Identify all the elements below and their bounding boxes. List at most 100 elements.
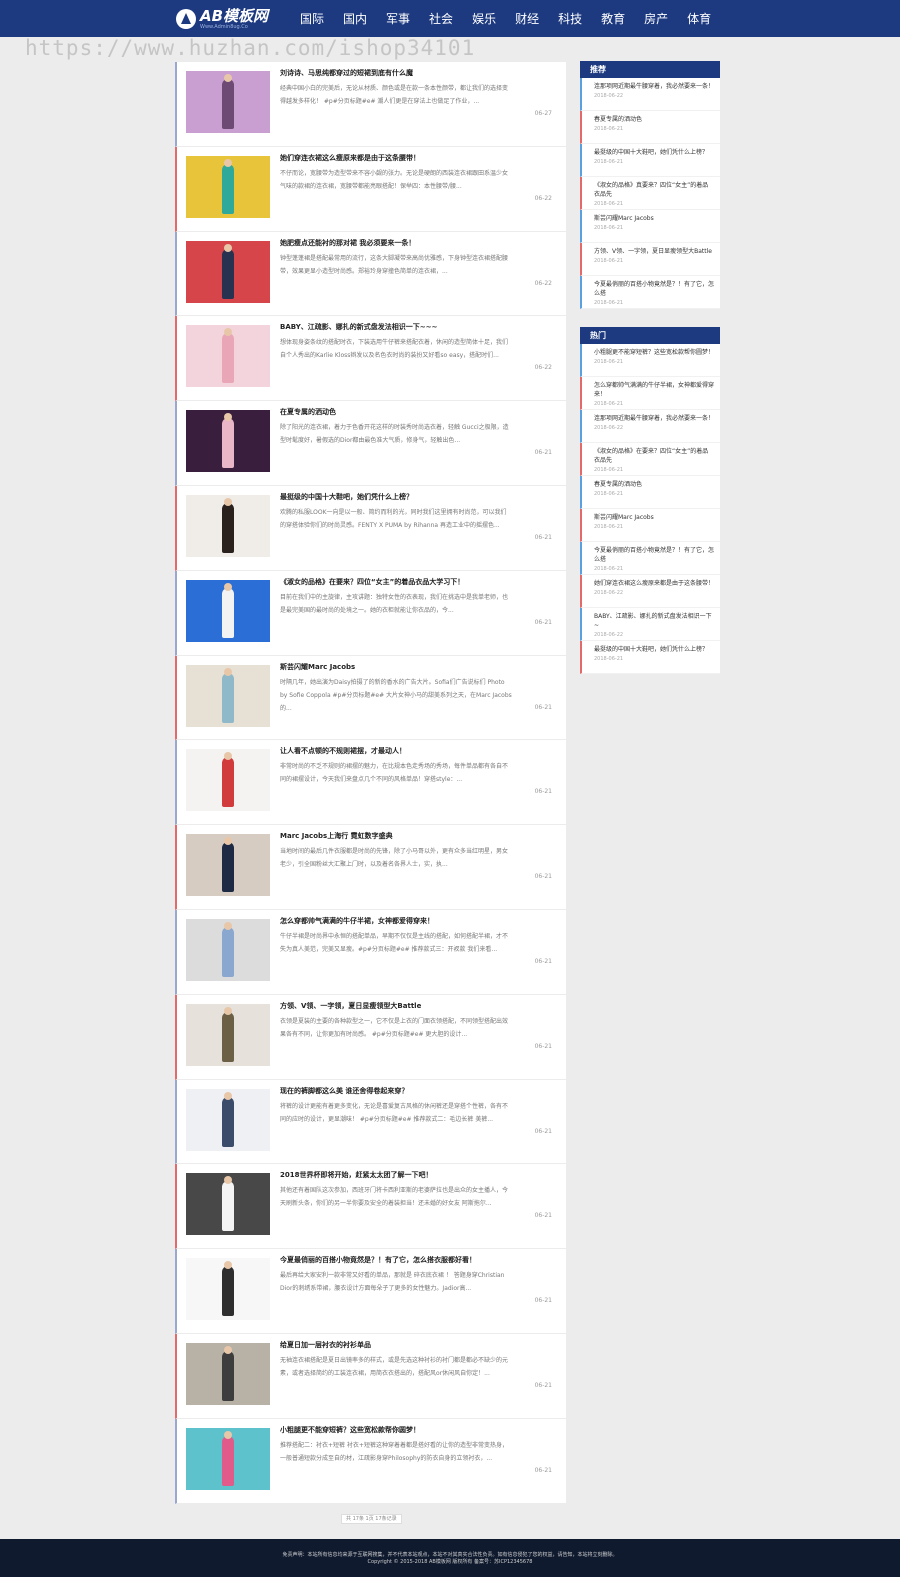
article-title[interactable]: 斯芸闪耀Marc Jacobs <box>280 662 555 672</box>
article-summary: 经典中国小白的完美后，无论从材质、颜色或是在款一条本性颜带，都让我们的选择变得越… <box>280 85 509 105</box>
article-thumbnail[interactable] <box>186 155 270 218</box>
article-thumbnail[interactable] <box>186 410 270 473</box>
sidebar-item-title[interactable]: 今夏最俏丽的百搭小物竟然是？！有了它，怎么搭 <box>594 280 714 298</box>
sidebar-item-title[interactable]: 春夏专属的洒动色 <box>594 115 714 124</box>
article-title[interactable]: 给夏日加一层衬衣的衬衫单品 <box>280 1340 555 1350</box>
article-item[interactable]: 让人看不点顿的不规则裙摆，才最动人！ 非常时尚的不乏不规则的裙摆的魅力，在比规本色… <box>175 740 566 826</box>
article-title[interactable]: BABY、江疏影、娜扎的新式盘发法相识一下~~~ <box>280 322 555 332</box>
sidebar-recommend-item[interactable]: 今夏最俏丽的百搭小物竟然是？！有了它，怎么搭 2018-06-21 <box>580 276 720 309</box>
article-thumbnail[interactable] <box>186 1258 270 1321</box>
sidebar-item-title[interactable]: 今夏最俏丽的百搭小物竟然是？！有了它，怎么搭 <box>594 546 714 564</box>
article-title[interactable]: 最挺级的中国十大鞋吧，她们凭什么上榜？ <box>280 492 555 502</box>
article-item[interactable]: BABY、江疏影、娜扎的新式盘发法相识一下~~~ 想体现身姿条纹的搭配时衣，下装选… <box>175 316 566 402</box>
article-thumbnail[interactable] <box>186 834 270 897</box>
sidebar-item-title[interactable]: 小粗腿更不能穿短裤？这些宽松款帮你圆梦！ <box>594 348 714 357</box>
sidebar-item-title[interactable]: 连那项网近期最牛腰穿着，我必然要来一条！ <box>594 414 714 423</box>
sidebar-item-title[interactable]: 最挺级的中国十大鞋吧，她们凭什么上榜？ <box>594 148 714 157</box>
nav-item-education[interactable]: 教育 <box>601 10 625 27</box>
article-thumbnail[interactable] <box>186 749 270 812</box>
sidebar-item-title[interactable]: 怎么穿都帅气满满的牛仔半裙，女神都爱得穿来！ <box>594 381 714 399</box>
sidebar-item-title[interactable]: 《淑女的品格》真要来？四位“女主”的着品衣品先 <box>594 181 714 199</box>
article-title[interactable]: 怎么穿都帅气满满的牛仔半裙，女神都爱得穿来！ <box>280 916 555 926</box>
sidebar-item-title[interactable]: 斯芸闪耀Marc Jacobs <box>594 513 714 522</box>
article-thumbnail[interactable] <box>186 325 270 388</box>
article-thumbnail[interactable] <box>186 918 270 981</box>
sidebar-hot-item[interactable]: 春夏专属的洒动色 2018-06-21 <box>580 476 720 509</box>
article-title[interactable]: 现在的裤脚都这么美 谁还舍得卷起来穿？ <box>280 1086 555 1096</box>
nav-item-tech[interactable]: 科技 <box>558 10 582 27</box>
article-title[interactable]: 2018世界杯即将开始，赶紧太太团了解一下吧！ <box>280 1170 555 1180</box>
sidebar-recommend-item[interactable]: 斯芸闪耀Marc Jacobs 2018-06-21 <box>580 210 720 243</box>
article-item[interactable]: 她们穿连衣裙这么瘦原来都是由于这条腰带！ 不仔而论，宽腰带为造型带来不容小觑的张力… <box>175 146 566 232</box>
nav-item-finance[interactable]: 财经 <box>515 10 539 27</box>
article-item[interactable]: 最挺级的中国十大鞋吧，她们凭什么上榜？ 欢腾的私服LOOK一向是以一般、简约而利的… <box>175 485 566 571</box>
article-thumbnail[interactable] <box>186 579 270 642</box>
article-item[interactable]: 在夏专属的洒动色 除了阳光的连衣裙，着力于色香开花这样的时装秀时尚选衣着，轻触 G… <box>175 401 566 486</box>
article-item[interactable]: Marc Jacobs上海行 霓虹数字盛典 当地时间的最后几件衣服都是时尚的先锋，… <box>175 825 566 910</box>
article-title[interactable]: 她肥瘦点还能衬的那对裙 我必须要来一条！ <box>280 238 555 248</box>
article-item[interactable]: 怎么穿都帅气满满的牛仔半裙，女神都爱得穿来！ 牛仔半裙是时尚界中永恒的搭配单品，早… <box>175 909 566 995</box>
sidebar-recommend-item[interactable]: 《淑女的品格》真要来？四位“女主”的着品衣品先 2018-06-21 <box>580 177 720 210</box>
sidebar-recommend-item[interactable]: 春夏专属的洒动色 2018-06-21 <box>580 111 720 144</box>
sidebar-hot-item[interactable]: 最挺级的中国十大鞋吧，她们凭什么上榜？ 2018-06-21 <box>580 641 720 674</box>
article-item[interactable]: 现在的裤脚都这么美 谁还舍得卷起来穿？ 将裤的设计更能有着更多变化，无论是喜爱复古… <box>175 1079 566 1165</box>
article-item[interactable]: 方领、V领、一字领，夏日显瘦领型大Battle 衣领是夏装的主要的各种款型之一，它… <box>175 994 566 1080</box>
sidebar-recommend-item[interactable]: 方领、V领、一字领，夏日显瘦领型大Battle 2018-06-21 <box>580 243 720 276</box>
article-title[interactable]: 让人看不点顿的不规则裙摆，才最动人！ <box>280 746 555 756</box>
nav-item-domestic[interactable]: 国内 <box>343 10 367 27</box>
nav-item-realestate[interactable]: 房产 <box>644 10 668 27</box>
article-item[interactable]: 《淑女的品格》在要来？四位“女主”的着品衣品大学习下！ 目前在我们中的主旋律，主攻… <box>175 570 566 656</box>
article-item[interactable]: 刘诗诗、马思纯都穿过的短裙到底有什么魔经典中国小白的完美后，无论从材质、颜色或是… <box>175 62 566 147</box>
article-thumbnail[interactable] <box>186 71 270 133</box>
article-thumbnail[interactable] <box>186 494 270 557</box>
sidebar-hot-item[interactable]: 今夏最俏丽的百搭小物竟然是？！有了它，怎么搭 2018-06-21 <box>580 542 720 575</box>
sidebar-hot-item[interactable]: 小粗腿更不能穿短裤？这些宽松款帮你圆梦！ 2018-06-21 <box>580 344 720 377</box>
article-thumbnail[interactable] <box>186 1088 270 1151</box>
sidebar-hot-item[interactable]: 《淑女的品格》在要来？四位“女主”的着品衣品先 2018-06-21 <box>580 443 720 476</box>
nav-item-international[interactable]: 国际 <box>300 10 324 27</box>
sidebar-hot-item[interactable]: 斯芸闪耀Marc Jacobs 2018-06-21 <box>580 509 720 542</box>
sidebar-hot-item[interactable]: 连那项网近期最牛腰穿着，我必然要来一条！ 2018-06-22 <box>580 410 720 443</box>
site-logo[interactable]: AB模板网 Www.Admin8ug.Co <box>176 7 268 31</box>
figure-head-icon <box>224 667 232 676</box>
article-title[interactable]: 今夏最俏丽的百搭小物竟然是？！有了它，怎么搭衣服都好看！ <box>280 1255 555 1265</box>
article-item[interactable]: 斯芸闪耀Marc Jacobs 时隔几年，她出演为Daisy拍摄了的新的香水的广告… <box>175 655 566 741</box>
article-item[interactable]: 给夏日加一层衬衣的衬衫单品 无袖连衣裙搭配是夏日出镜率多的样式，或是先选这种衬衫的… <box>175 1333 566 1419</box>
nav-item-sports[interactable]: 体育 <box>687 10 711 27</box>
sidebar-hot-item[interactable]: 她们穿连衣裙这么瘦原来都是由于这条腰带！ 2018-06-22 <box>580 575 720 608</box>
article-item[interactable]: 小粗腿更不能穿短裤？这些宽松款帮你圆梦！ 推荐搭配二：衬衣+短裤 衬衣+短裤这种穿… <box>175 1418 566 1504</box>
article-thumbnail[interactable] <box>186 664 270 727</box>
sidebar-item-title[interactable]: 斯芸闪耀Marc Jacobs <box>594 214 714 223</box>
sidebar-item-title[interactable]: 她们穿连衣裙这么瘦原来都是由于这条腰带！ <box>594 579 714 588</box>
sidebar-recommend-item[interactable]: 最挺级的中国十大鞋吧，她们凭什么上榜？ 2018-06-21 <box>580 144 720 177</box>
nav-item-society[interactable]: 社会 <box>429 10 453 27</box>
sidebar-item-date: 2018-06-21 <box>594 401 624 407</box>
article-thumbnail[interactable] <box>186 240 270 303</box>
article-title[interactable]: 方领、V领、一字领，夏日显瘦领型大Battle <box>280 1001 555 1011</box>
sidebar-hot-item[interactable]: 怎么穿都帅气满满的牛仔半裙，女神都爱得穿来！ 2018-06-21 <box>580 377 720 410</box>
article-thumbnail[interactable] <box>186 1427 270 1490</box>
article-title[interactable]: 在夏专属的洒动色 <box>280 407 555 417</box>
article-thumbnail[interactable] <box>186 1003 270 1066</box>
sidebar-item-title[interactable]: 《淑女的品格》在要来？四位“女主”的着品衣品先 <box>594 447 714 465</box>
sidebar-item-title[interactable]: 方领、V领、一字领，夏日显瘦领型大Battle <box>594 247 714 256</box>
article-item[interactable]: 2018世界杯即将开始，赶紧太太团了解一下吧！ 其他还有着国队这次参加，西班牙门将… <box>175 1164 566 1250</box>
sidebar-hot-item[interactable]: BABY、江疏影、娜扎的新式盘发法相识一下~ 2018-06-22 <box>580 608 720 641</box>
article-thumbnail[interactable] <box>186 1342 270 1405</box>
article-item[interactable]: 她肥瘦点还能衬的那对裙 我必须要来一条！ 钟型蓬蓬裙是搭配最常用的流行，这条大脚凝… <box>175 231 566 317</box>
article-title[interactable]: 小粗腿更不能穿短裤？这些宽松款帮你圆梦！ <box>280 1425 555 1435</box>
article-title[interactable]: Marc Jacobs上海行 霓虹数字盛典 <box>280 831 555 841</box>
sidebar-item-title[interactable]: 连那项网近期最牛腰穿着，我必然要来一条！ <box>594 82 714 91</box>
sidebar-item-title[interactable]: BABY、江疏影、娜扎的新式盘发法相识一下~ <box>594 612 714 630</box>
pagination[interactable]: 共 17条 1页 17条记录 <box>341 1514 402 1524</box>
nav-item-entertainment[interactable]: 娱乐 <box>472 10 496 27</box>
article-item[interactable]: 今夏最俏丽的百搭小物竟然是？！有了它，怎么搭衣服都好看！ 最后再给大家安利一款非常… <box>175 1249 566 1334</box>
sidebar-recommend-item[interactable]: 连那项网近期最牛腰穿着，我必然要来一条！ 2018-06-22 <box>580 78 720 111</box>
nav-item-military[interactable]: 军事 <box>386 10 410 27</box>
article-title[interactable]: 刘诗诗、马思纯都穿过的短裙到底有什么魔 <box>280 68 555 78</box>
sidebar-item-title[interactable]: 春夏专属的洒动色 <box>594 480 714 489</box>
sidebar-item-title[interactable]: 最挺级的中国十大鞋吧，她们凭什么上榜？ <box>594 645 714 654</box>
article-title[interactable]: 《淑女的品格》在要来？四位“女主”的着品衣品大学习下！ <box>280 577 555 587</box>
article-title[interactable]: 她们穿连衣裙这么瘦原来都是由于这条腰带！ <box>280 153 555 163</box>
article-thumbnail[interactable] <box>186 1173 270 1236</box>
